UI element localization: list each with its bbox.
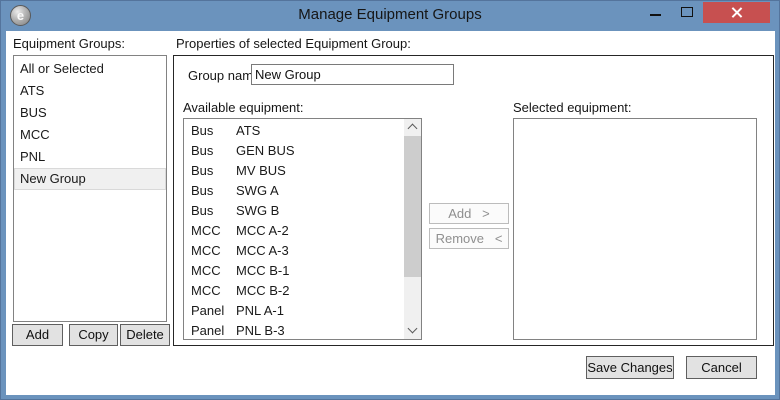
equipment-name: GEN BUS (236, 141, 404, 161)
copy-group-button[interactable]: Copy (69, 324, 118, 346)
vertical-scrollbar[interactable] (404, 119, 421, 339)
equipment-type: Panel (184, 321, 236, 340)
equipment-groups-label: Equipment Groups: (13, 36, 125, 51)
remove-equipment-button[interactable]: Remove < (429, 228, 509, 249)
cancel-button[interactable]: Cancel (686, 356, 757, 379)
equipment-name: MCC A-3 (236, 241, 404, 261)
delete-group-button[interactable]: Delete (120, 324, 170, 346)
equipment-groups-listbox[interactable]: All or Selected ATS BUS MCC PNL New Grou… (13, 55, 167, 322)
scrollbar-thumb[interactable] (404, 136, 421, 277)
equipment-type: Bus (184, 181, 236, 201)
available-equipment-label: Available equipment: (183, 100, 303, 115)
add-equipment-button[interactable]: Add > (429, 203, 509, 224)
equipment-type: Panel (184, 301, 236, 321)
add-group-button[interactable]: Add (12, 324, 63, 346)
equipment-type: Bus (184, 141, 236, 161)
list-item[interactable]: MCC (14, 124, 166, 146)
equipment-name: MV BUS (236, 161, 404, 181)
scroll-up-button[interactable] (404, 119, 421, 136)
properties-label: Properties of selected Equipment Group: (176, 36, 411, 51)
equipment-name: MCC A-2 (236, 221, 404, 241)
list-item[interactable]: Panel PNL B-3 (184, 321, 404, 340)
selected-equipment-listbox[interactable] (513, 118, 757, 340)
save-changes-button[interactable]: Save Changes (586, 356, 674, 379)
equipment-type: MCC (184, 221, 236, 241)
group-name-input[interactable] (251, 64, 454, 85)
equipment-name: MCC B-1 (236, 261, 404, 281)
minimize-icon (650, 14, 661, 16)
equipment-name: SWG A (236, 181, 404, 201)
maximize-button[interactable] (671, 2, 703, 23)
equipment-type: MCC (184, 281, 236, 301)
list-item[interactable]: PNL (14, 146, 166, 168)
dialog-client-area: Equipment Groups: All or Selected ATS BU… (6, 31, 775, 395)
chevron-up-icon (408, 124, 418, 134)
scroll-down-button[interactable] (404, 322, 421, 339)
list-item[interactable]: MCC MCC B-1 (184, 261, 404, 281)
close-button[interactable] (703, 2, 770, 23)
equipment-type: Bus (184, 161, 236, 181)
equipment-type: Bus (184, 121, 236, 141)
maximize-icon (681, 7, 693, 17)
list-item[interactable]: BUS (14, 102, 166, 124)
list-item[interactable]: MCC MCC A-2 (184, 221, 404, 241)
equipment-name: SWG B (236, 201, 404, 221)
selected-equipment-label: Selected equipment: (513, 100, 632, 115)
equipment-name: PNL A-1 (236, 301, 404, 321)
window-controls (639, 2, 770, 23)
dialog-window: e Manage Equipment Groups Equipment Grou… (0, 0, 780, 400)
close-icon (730, 6, 743, 19)
list-item[interactable]: Bus SWG A (184, 181, 404, 201)
equipment-type: MCC (184, 241, 236, 261)
equipment-type: Bus (184, 201, 236, 221)
equipment-name: PNL B-3 (236, 321, 404, 340)
list-item[interactable]: Bus GEN BUS (184, 141, 404, 161)
list-item[interactable]: All or Selected (14, 58, 166, 80)
list-item[interactable]: MCC MCC A-3 (184, 241, 404, 261)
available-equipment-listbox[interactable]: Bus ATS Bus GEN BUS Bus MV BUS Bus SWG A… (183, 118, 422, 340)
list-item[interactable]: Bus ATS (184, 121, 404, 141)
list-item[interactable]: Bus SWG B (184, 201, 404, 221)
list-item[interactable]: Bus MV BUS (184, 161, 404, 181)
list-item-selected[interactable]: New Group (14, 168, 166, 190)
equipment-type: MCC (184, 261, 236, 281)
list-item[interactable]: MCC MCC B-2 (184, 281, 404, 301)
available-equipment-rows: Bus ATS Bus GEN BUS Bus MV BUS Bus SWG A… (184, 121, 404, 340)
equipment-name: ATS (236, 121, 404, 141)
equipment-name: MCC B-2 (236, 281, 404, 301)
list-item[interactable]: Panel PNL A-1 (184, 301, 404, 321)
list-item[interactable]: ATS (14, 80, 166, 102)
minimize-button[interactable] (639, 2, 671, 23)
chevron-down-icon (408, 324, 418, 334)
title-bar[interactable]: e Manage Equipment Groups (1, 1, 779, 31)
